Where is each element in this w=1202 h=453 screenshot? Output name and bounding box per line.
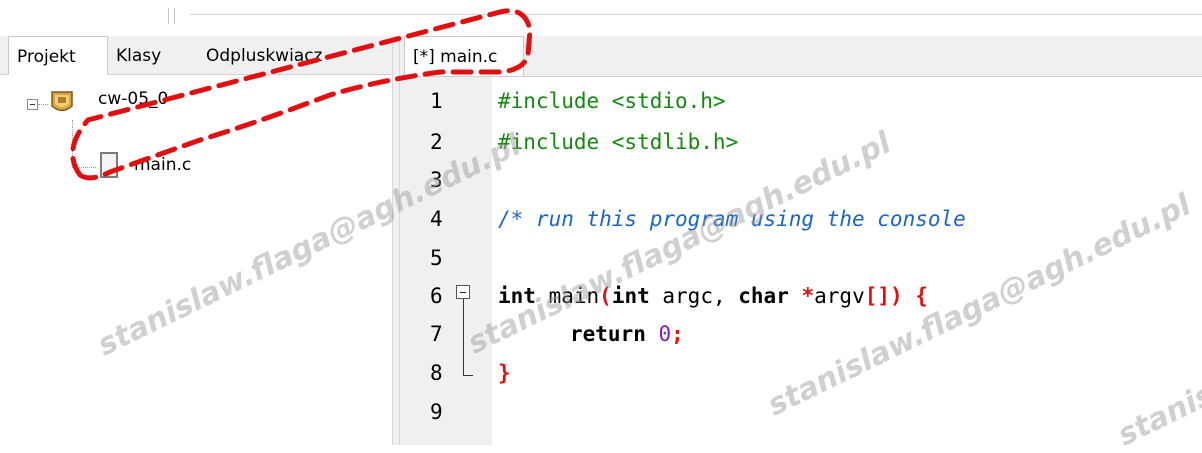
code-line-2: #include <stdlib.h> (498, 130, 739, 154)
tree-collapse-icon[interactable] (27, 99, 38, 110)
fold-collapse-icon[interactable] (456, 285, 470, 299)
code-token: return (570, 322, 646, 346)
tab-klasy[interactable]: Klasy (108, 36, 198, 74)
tree-connector (38, 104, 48, 105)
tab-odpluskwiacz[interactable]: Odpluskwiacz (198, 36, 388, 74)
line-number: 3 (430, 168, 443, 192)
code-token: int (498, 284, 536, 308)
line-number: 8 (430, 361, 443, 385)
code-token: argc, (649, 284, 739, 308)
line-number: 4 (430, 207, 443, 231)
code-token: ( (599, 284, 612, 308)
code-token: argv (814, 284, 865, 308)
code-token: []) (864, 284, 903, 308)
left-panel-tabbar: Projekt Klasy Odpluskwiacz (0, 36, 400, 75)
code-line-8: } (498, 361, 511, 385)
code-line-7: return 0; (570, 322, 684, 346)
tree-connector (72, 167, 96, 168)
panel-splitter[interactable] (392, 36, 400, 445)
code-token: 0 (658, 322, 672, 346)
file-icon (100, 152, 118, 178)
code-token: ; (671, 322, 684, 346)
line-number: 6 (430, 284, 443, 308)
project-folder-icon (51, 91, 73, 112)
code-line-4: /* run this program using the console (498, 207, 966, 231)
line-number: 5 (430, 246, 443, 270)
project-tree-panel (0, 75, 392, 445)
code-line-6: int main(int argc, char *argv[]) { (498, 284, 928, 308)
editor-tab-main-c[interactable]: [*] main.c (404, 36, 524, 76)
line-number: 7 (430, 322, 443, 346)
toolbar-divider (190, 14, 1202, 15)
toolbar-strip (0, 0, 1202, 30)
code-line-1: #include <stdio.h> (498, 89, 726, 113)
toolbar-separator (174, 8, 175, 24)
code-token: { (902, 284, 928, 308)
toolbar-separator (168, 8, 169, 24)
code-token: char (738, 284, 789, 308)
file-tree-item-main-c[interactable]: main.c (134, 155, 191, 175)
code-token: main (535, 284, 600, 308)
fold-guide (463, 375, 473, 376)
code-token: * (788, 284, 815, 308)
code-token: int (611, 284, 650, 308)
editor-tabbar: [*] main.c (400, 36, 1202, 77)
line-number: 9 (430, 400, 443, 424)
line-number: 2 (430, 130, 443, 154)
line-number: 1 (430, 89, 443, 113)
project-tree-item[interactable]: cw-05_0 (98, 89, 168, 109)
tab-projekt[interactable]: Projekt (8, 36, 108, 75)
fold-guide (463, 299, 464, 375)
tree-connector (72, 120, 73, 168)
